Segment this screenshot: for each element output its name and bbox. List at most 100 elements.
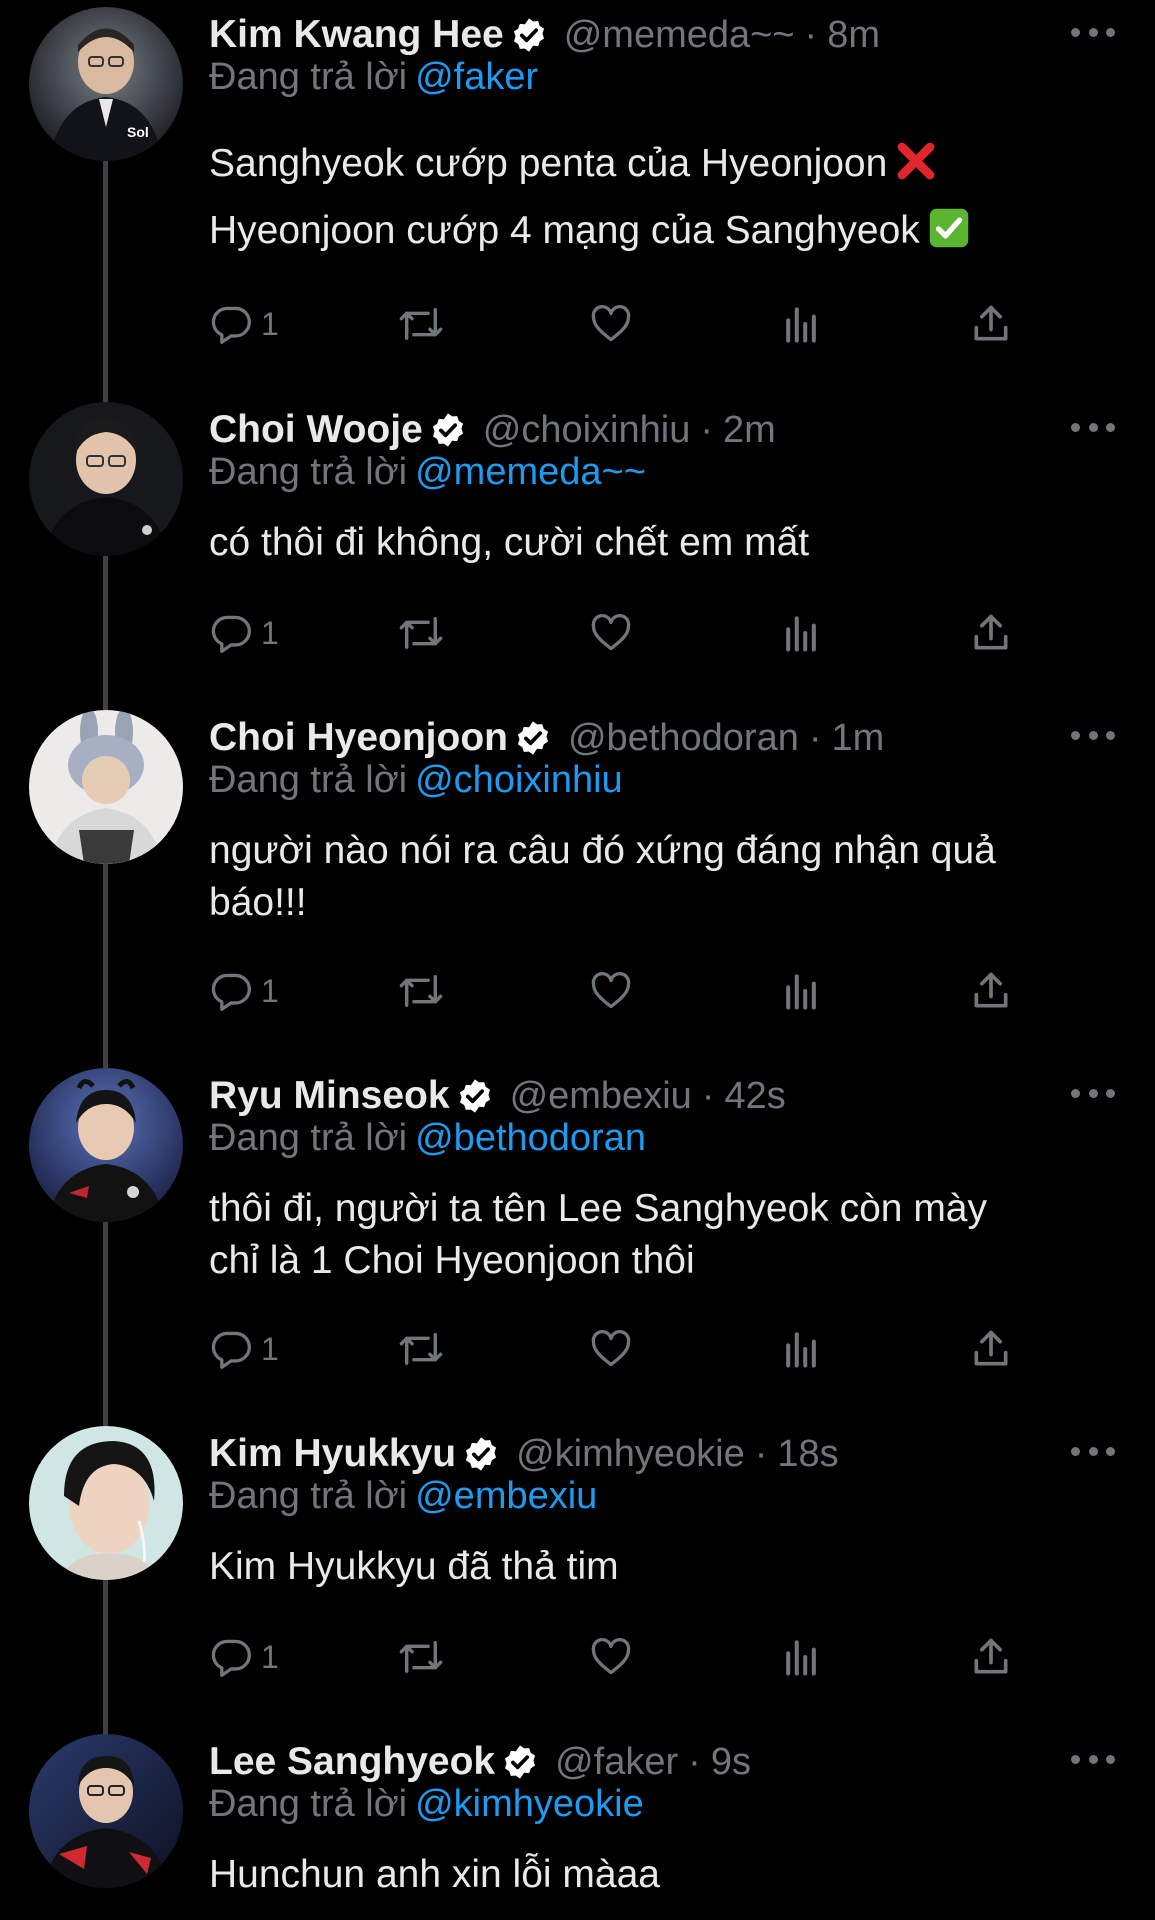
replying-to: Đang trả lời @embexiu <box>209 1475 597 1518</box>
mention-link[interactable]: @faker <box>415 56 538 98</box>
tweet-actions: 1 <box>209 608 1009 658</box>
replying-to: Đang trả lời @kimhyeokie <box>209 1783 644 1826</box>
tweet-actions: 1 <box>209 299 1009 349</box>
mention-link[interactable]: @kimhyeokie <box>415 1783 644 1825</box>
tweet-actions: 1 <box>209 966 1009 1016</box>
tweet-kim-hyukkyu[interactable]: Kim Hyukkyu @kimhyeokie · 18s Đang trả l… <box>0 1419 1155 1738</box>
separator-dot: · <box>700 408 713 451</box>
more-icon[interactable] <box>1071 1081 1115 1105</box>
verified-badge-icon <box>505 1745 536 1779</box>
replying-label: Đang trả lời <box>209 1475 408 1517</box>
tweet-text: Sanghyeok cướp penta của Hyeonjoon Hyeon… <box>209 138 1109 257</box>
views-button[interactable] <box>779 608 823 658</box>
mention-link[interactable]: @choixinhiu <box>415 759 623 801</box>
share-button[interactable] <box>969 1632 1013 1682</box>
replying-to: Đang trả lời @choixinhiu <box>209 759 623 802</box>
cross-mark-emoji <box>897 142 935 180</box>
like-button[interactable] <box>589 608 633 658</box>
views-button[interactable] <box>779 1324 823 1374</box>
retweet-icon <box>399 617 443 649</box>
handle[interactable]: @embexiu <box>510 1075 692 1118</box>
tweet-text-line: người nào nói ra câu đó xứng đáng nhận q… <box>209 829 996 872</box>
mention-link[interactable]: @embexiu <box>415 1475 597 1517</box>
svg-text:Sol: Sol <box>127 124 149 140</box>
display-name[interactable]: Ryu Minseok <box>209 1074 450 1118</box>
display-name[interactable]: Kim Kwang Hee <box>209 13 504 57</box>
more-icon[interactable] <box>1071 723 1115 747</box>
timestamp[interactable]: 2m <box>723 409 776 452</box>
share-button[interactable] <box>969 608 1013 658</box>
handle[interactable]: @kimhyeokie <box>516 1433 745 1476</box>
more-icon[interactable] <box>1071 20 1115 44</box>
replying-to: Đang trả lời @faker <box>209 56 538 99</box>
display-name[interactable]: Choi Wooje <box>209 408 423 452</box>
display-name[interactable]: Kim Hyukkyu <box>209 1432 456 1476</box>
display-name[interactable]: Choi Hyeonjoon <box>209 716 508 760</box>
heart-icon <box>591 971 631 1009</box>
display-name[interactable]: Lee Sanghyeok <box>209 1740 495 1784</box>
retweet-icon <box>399 975 443 1007</box>
more-icon[interactable] <box>1071 1747 1115 1771</box>
retweet-icon <box>399 308 443 340</box>
separator-dot: · <box>701 1074 715 1117</box>
more-icon[interactable] <box>1071 415 1115 439</box>
tweet-choi-wooje[interactable]: Choi Wooje @choixinhiu · 2m Đang trả lời… <box>0 395 1155 714</box>
avatar[interactable] <box>29 1734 183 1888</box>
tweet-kim-kwang-hee[interactable]: Sol Kim Kwang Hee @memeda~~ · 8m Đang tr… <box>0 0 1155 406</box>
thread-line <box>103 703 108 710</box>
timestamp[interactable]: 42s <box>724 1075 785 1118</box>
reply-button[interactable]: 1 <box>209 608 279 658</box>
timestamp[interactable]: 9s <box>711 1741 751 1784</box>
views-button[interactable] <box>779 966 823 1016</box>
avatar[interactable] <box>29 1426 183 1580</box>
tweet-lee-sanghyeok[interactable]: Lee Sanghyeok @faker · 9s Đang trả lời @k… <box>0 1727 1155 1920</box>
mention-link[interactable]: @bethodoran <box>415 1117 646 1159</box>
handle[interactable]: @bethodoran <box>568 717 799 760</box>
like-button[interactable] <box>589 299 633 349</box>
retweet-button[interactable] <box>396 608 446 658</box>
tweet-ryu-minseok[interactable]: Ryu Minseok @embexiu · 42s Đang trả lời @… <box>0 1061 1155 1430</box>
tweet-choi-hyeonjoon[interactable]: Choi Hyeonjoon @bethodoran · 1m Đang trả… <box>0 703 1155 1072</box>
handle[interactable]: @memeda~~ <box>564 14 795 57</box>
thread-line <box>103 1222 108 1430</box>
tweet-text: có thôi đi không, cười chết em mất <box>209 517 1109 569</box>
like-button[interactable] <box>589 1632 633 1682</box>
reply-count: 1 <box>261 1330 279 1367</box>
like-button[interactable] <box>589 1324 633 1374</box>
reply-button[interactable]: 1 <box>209 299 279 349</box>
share-button[interactable] <box>969 966 1013 1016</box>
timestamp[interactable]: 8m <box>827 14 880 57</box>
text-span: Sanghyeok cướp penta của Hyeonjoon <box>209 142 888 185</box>
avatar[interactable] <box>29 710 183 864</box>
reply-button[interactable]: 1 <box>209 1632 279 1682</box>
reply-button[interactable]: 1 <box>209 1324 279 1374</box>
timestamp[interactable]: 18s <box>777 1433 838 1476</box>
more-icon[interactable] <box>1071 1439 1115 1463</box>
share-button[interactable] <box>969 299 1013 349</box>
reply-button[interactable]: 1 <box>209 966 279 1016</box>
handle[interactable]: @faker <box>555 1741 678 1784</box>
views-button[interactable] <box>779 299 823 349</box>
share-button[interactable] <box>969 1324 1013 1374</box>
like-button[interactable] <box>589 966 633 1016</box>
views-button[interactable] <box>779 1632 823 1682</box>
tweet-text-line: Hyeonjoon cướp 4 mạng của Sanghyeok <box>209 205 1109 257</box>
avatar[interactable]: Sol <box>29 7 183 161</box>
separator-dot: · <box>808 716 822 759</box>
mention-link[interactable]: @memeda~~ <box>415 451 646 493</box>
timestamp[interactable]: 1m <box>832 717 885 760</box>
handle[interactable]: @choixinhiu <box>483 409 691 452</box>
retweet-button[interactable] <box>396 966 446 1016</box>
views-icon <box>786 1332 816 1368</box>
avatar[interactable] <box>29 1068 183 1222</box>
reply-thread: Sol Kim Kwang Hee @memeda~~ · 8m Đang tr… <box>0 0 1155 1920</box>
retweet-button[interactable] <box>396 299 446 349</box>
retweet-button[interactable] <box>396 1632 446 1682</box>
thread-line <box>103 161 108 406</box>
views-icon <box>786 616 816 652</box>
tweet-text-line: Sanghyeok cướp penta của Hyeonjoon <box>209 138 1109 205</box>
replying-label: Đang trả lời <box>209 759 408 801</box>
avatar[interactable] <box>29 402 183 556</box>
retweet-button[interactable] <box>396 1324 446 1374</box>
tweet-text-line: báo!!! <box>209 881 307 924</box>
